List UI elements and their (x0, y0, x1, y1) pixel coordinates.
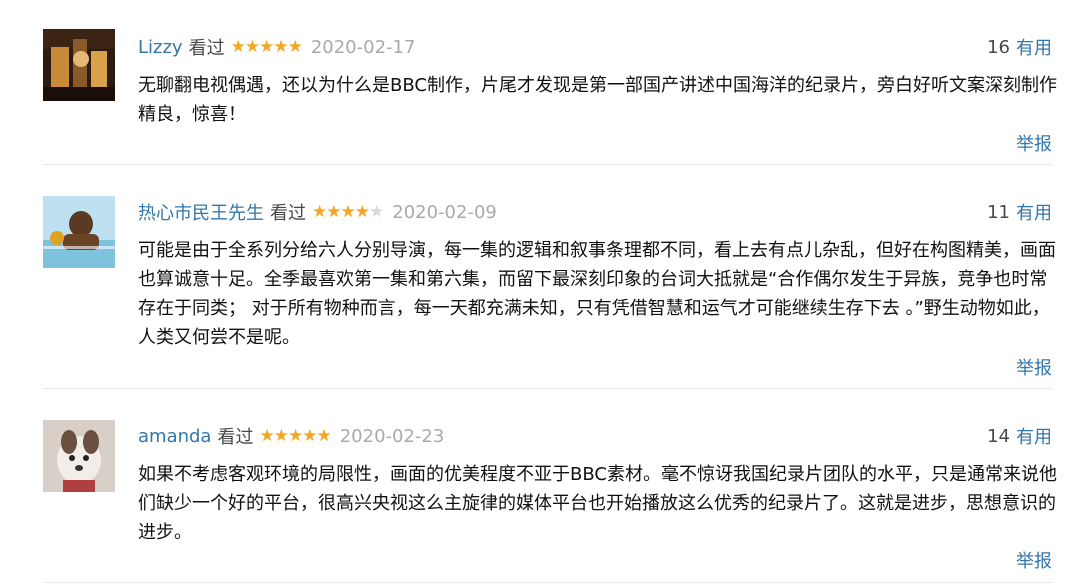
avatar[interactable] (43, 420, 115, 492)
star-icon: ★ (302, 426, 317, 446)
review-header: Lizzy 看过 ★ ★ ★ ★ ★ 2020-02-17 16 有用 (138, 32, 1052, 62)
star-icon: ★ (340, 202, 356, 222)
star-icon: ★ (273, 426, 289, 446)
avatar[interactable] (43, 29, 115, 101)
vote-count: 14 (987, 425, 1010, 447)
star-icon: ★ (259, 37, 274, 57)
author-link[interactable]: 热心市民王先生 (138, 199, 264, 225)
vote-count: 16 (987, 36, 1010, 58)
review-header: 热心市民王先生 看过 ★ ★ ★ ★ ★ 2020-02-09 11 有用 (138, 197, 1052, 227)
avatar[interactable] (43, 196, 115, 268)
review-date: 2020-02-17 (310, 36, 416, 58)
star-icon: ★ (273, 37, 288, 57)
review-content: 无聊翻电视偶遇，还以为什么是BBC制作，片尾才发现是第一部国产讲述中国海洋的纪录… (138, 75, 1057, 125)
review-content: 如果不考虑客观环境的局限性，画面的优美程度不亚于BBC素材。毫不惊讶我国纪录片团… (138, 464, 1057, 543)
watch-status: 看过 (270, 203, 306, 224)
author-link[interactable]: amanda (138, 426, 211, 447)
star-icon: ★ (354, 202, 370, 222)
review-header: amanda 看过 ★ ★ ★ ★ ★ 2020-02-23 14 有用 (138, 421, 1052, 451)
useful-button[interactable]: 有用 (1016, 199, 1052, 225)
vote-count: 11 (987, 201, 1010, 223)
star-icon: ★ (369, 202, 384, 222)
star-icon: ★ (316, 426, 331, 446)
star-icon: ★ (326, 202, 341, 222)
star-icon: ★ (312, 202, 327, 222)
comment-list: Lizzy 看过 ★ ★ ★ ★ ★ 2020-02-17 16 有用 无聊翻电视偶遇，… (0, 0, 1080, 588)
star-icon: ★ (287, 426, 303, 446)
star-icon: ★ (230, 37, 246, 57)
useful-button[interactable]: 有用 (1016, 34, 1052, 60)
report-link[interactable]: 举报 (1016, 354, 1052, 380)
review-date: 2020-02-09 (392, 201, 497, 223)
star-icon: ★ (259, 426, 274, 446)
star-icon: ★ (287, 37, 303, 57)
author-link[interactable]: Lizzy (138, 37, 183, 58)
divider (43, 388, 1052, 389)
rating-stars: ★ ★ ★ ★ ★ (230, 37, 303, 57)
watch-status: 看过 (217, 427, 254, 448)
divider (43, 164, 1052, 165)
rating-stars: ★ ★ ★ ★ ★ (259, 426, 331, 446)
useful-button[interactable]: 有用 (1016, 423, 1052, 449)
divider (43, 582, 1052, 583)
star-icon: ★ (244, 37, 260, 57)
rating-stars: ★ ★ ★ ★ ★ (312, 202, 384, 222)
report-link[interactable]: 举报 (1016, 130, 1052, 156)
review-content: 可能是由于全系列分给六人分别导演，每一集的逻辑和叙事条理都不同，看上去有点儿杂乱… (138, 240, 1056, 348)
watch-status: 看过 (188, 38, 225, 59)
report-link[interactable]: 举报 (1016, 547, 1052, 573)
review-date: 2020-02-23 (339, 425, 445, 447)
